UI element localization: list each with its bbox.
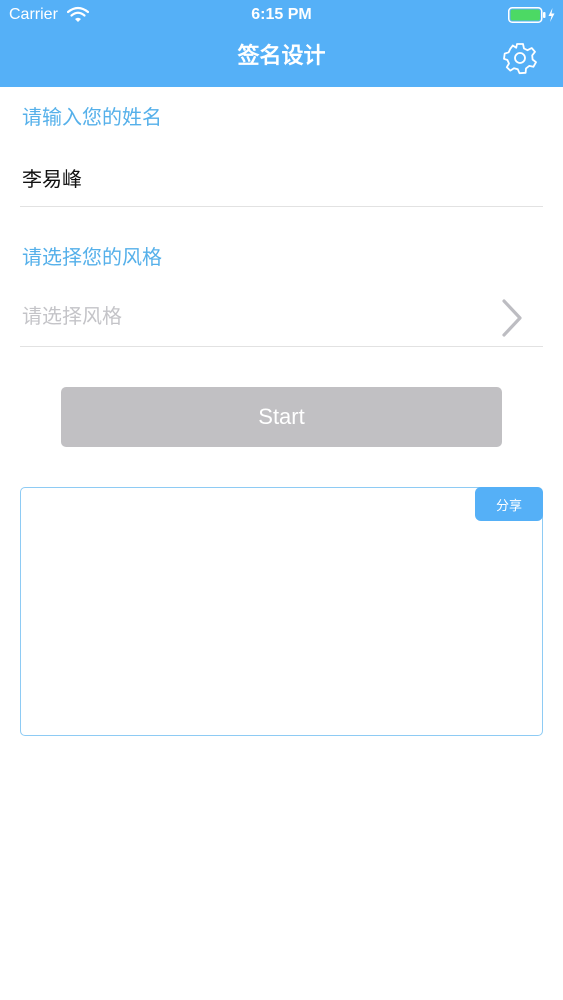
page-title: 签名设计: [237, 44, 326, 69]
battery-charging-icon: [508, 7, 555, 23]
style-placeholder: 请选择风格: [22, 304, 122, 328]
gear-icon: [503, 43, 537, 75]
start-button[interactable]: Start: [61, 387, 502, 447]
style-divider: [20, 346, 543, 347]
clock-time: 6:15 PM: [251, 6, 312, 23]
signature-preview-panel: 分享: [20, 487, 543, 736]
name-section-label: 请输入您的姓名: [22, 105, 162, 129]
share-button[interactable]: 分享: [475, 487, 543, 521]
settings-button[interactable]: [501, 39, 539, 77]
header: Carrier 6:15 PM 签名设计: [0, 0, 563, 87]
name-input[interactable]: [22, 158, 522, 196]
style-selector[interactable]: 请选择风格: [20, 290, 543, 345]
style-section-label: 请选择您的风格: [22, 245, 162, 269]
name-divider: [20, 206, 543, 207]
chevron-right-icon: [502, 299, 522, 337]
status-bar: Carrier 6:15 PM: [0, 0, 563, 30]
